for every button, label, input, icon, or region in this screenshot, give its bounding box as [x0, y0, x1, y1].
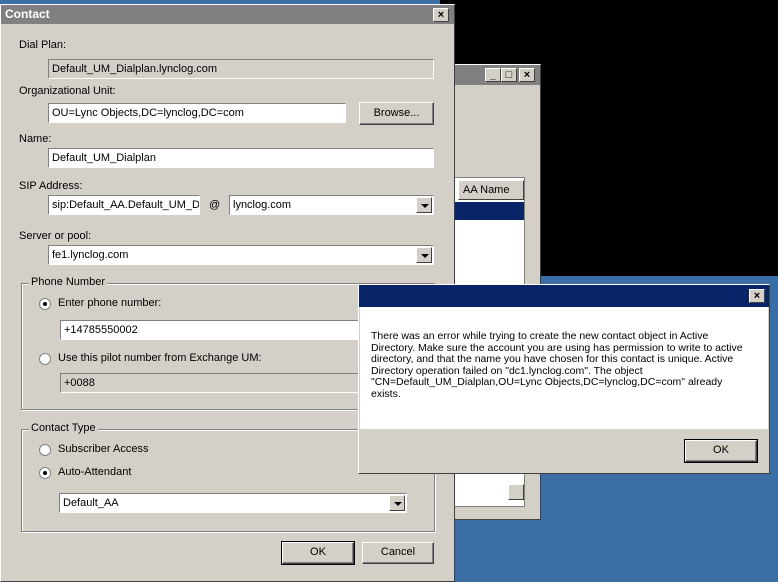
sip-domain-value: lynclog.com [233, 199, 292, 211]
contact-dialog-title: Contact [5, 7, 50, 21]
name-label: Name: [19, 133, 52, 145]
list-item-selected[interactable] [454, 202, 524, 220]
subscriber-access-label[interactable]: Subscriber Access [58, 443, 148, 455]
aa-name-column-header[interactable]: AA Name [458, 180, 524, 200]
server-label: Server or pool: [19, 230, 92, 242]
maximize-icon[interactable]: □ [501, 68, 517, 82]
chevron-down-icon[interactable] [389, 495, 405, 511]
close-icon[interactable]: × [749, 289, 765, 303]
ou-label: Organizational Unit: [19, 85, 116, 97]
list-scroll-arrow-icon[interactable] [508, 484, 524, 500]
chevron-down-icon[interactable] [416, 197, 432, 213]
phone-number-field[interactable]: +14785550002 [60, 320, 370, 340]
phone-number-group-title: Phone Number [29, 276, 107, 288]
auto-attendant-dropdown[interactable]: Default_AA [59, 493, 407, 513]
auto-attendant-radio[interactable] [39, 467, 51, 479]
dial-plan-label: Dial Plan: [19, 39, 67, 51]
enter-phone-radio[interactable] [39, 298, 51, 310]
server-dropdown[interactable]: fe1.lynclog.com [48, 245, 434, 265]
name-field[interactable]: Default_UM_Dialplan [48, 148, 434, 168]
pilot-number-label[interactable]: Use this pilot number from Exchange UM: [58, 352, 262, 364]
error-message: There was an error while trying to creat… [371, 330, 743, 400]
dial-plan-field: Default_UM_Dialplan.lynclog.com [48, 59, 434, 79]
sip-address-field[interactable]: sip:Default_AA.Default_UM_Di [48, 195, 200, 215]
pilot-number-field: +0088 [60, 373, 370, 393]
error-ok-button[interactable]: OK [684, 439, 758, 463]
error-dialog-titlebar[interactable] [359, 285, 769, 307]
close-icon[interactable]: × [519, 68, 535, 82]
sip-domain-dropdown[interactable]: lynclog.com [229, 195, 434, 215]
pilot-number-radio[interactable] [39, 353, 51, 365]
ou-field[interactable]: OU=Lync Objects,DC=lynclog,DC=com [48, 103, 346, 123]
auto-attendant-label[interactable]: Auto-Attendant [58, 466, 131, 478]
close-icon[interactable]: × [433, 8, 449, 22]
subscriber-access-radio[interactable] [39, 444, 51, 456]
enter-phone-label[interactable]: Enter phone number: [58, 297, 161, 309]
sip-address-label: SIP Address: [19, 180, 83, 192]
browse-button[interactable]: Browse... [359, 102, 434, 125]
at-sign: @ [209, 199, 221, 211]
contact-dialog-titlebar[interactable]: Contact [1, 5, 454, 24]
contact-type-group-title: Contact Type [29, 422, 98, 434]
error-dialog: × There was an error while trying to cre… [358, 284, 770, 474]
chevron-down-icon[interactable] [416, 247, 432, 263]
minimize-icon[interactable]: _ [485, 68, 501, 82]
cancel-button[interactable]: Cancel [362, 542, 434, 564]
ok-button[interactable]: OK [281, 541, 355, 565]
auto-attendant-value: Default_AA [63, 497, 119, 509]
server-value: fe1.lynclog.com [52, 249, 129, 261]
